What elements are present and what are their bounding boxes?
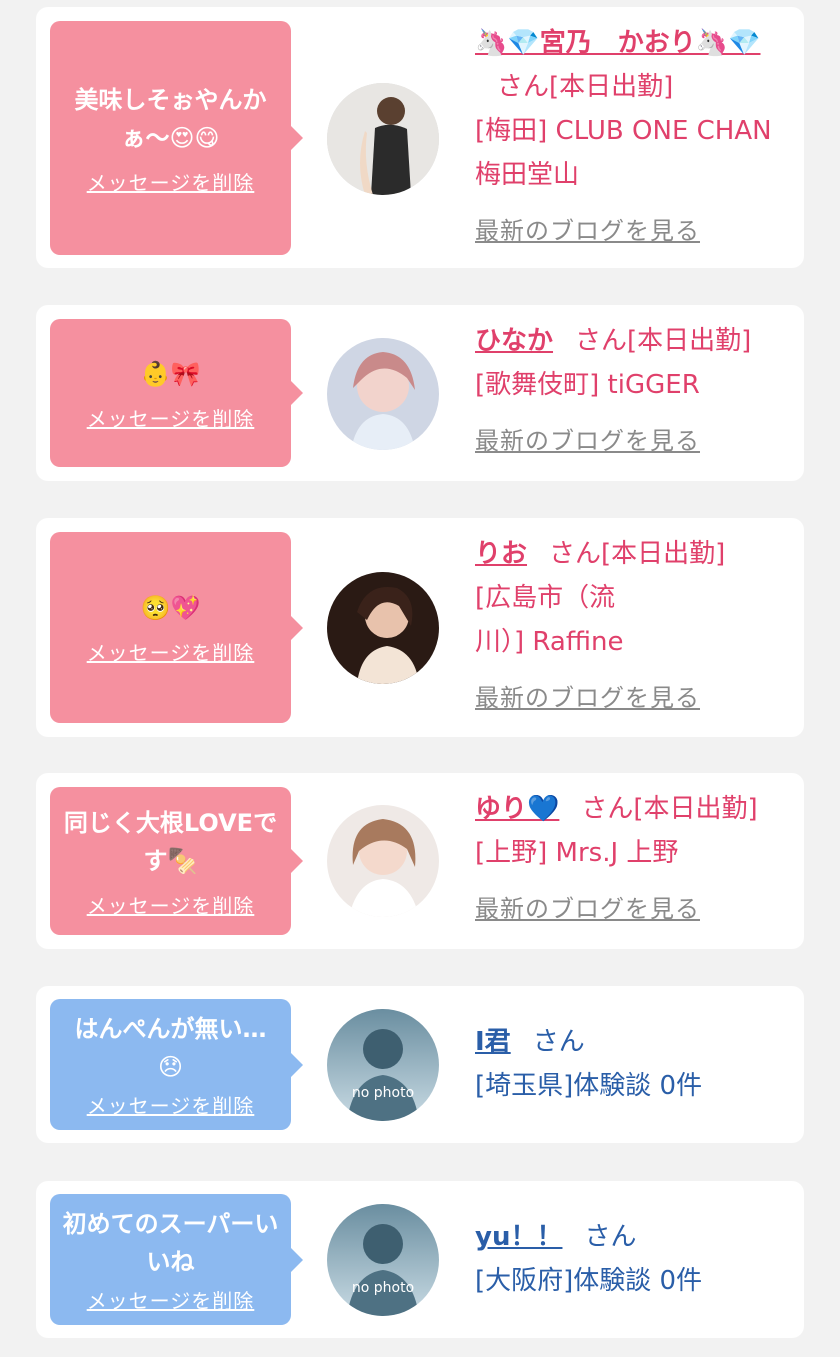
user-name-link[interactable]: I君 [475,1027,511,1057]
cast-name-link[interactable]: ゆり💙 [475,794,559,824]
honorific: さん [497,72,550,102]
honorific: さん [575,326,628,356]
no-photo-text: no photo [352,1280,414,1296]
message-text: はんぺんが無い…😞 [74,1015,267,1081]
cast-name-link[interactable]: ひなか [475,326,553,356]
avatar[interactable]: no photo [327,1204,439,1316]
avatar[interactable] [327,805,439,917]
cast-name-link[interactable]: 🦄💎宮乃 かおり🦄💎 [475,28,761,58]
cast-info: りお さん[本日出勤] [広島市（流川）] Raffine 最新のブログを見る [475,532,795,720]
latest-blog-link[interactable]: 最新のブログを見る [475,676,700,720]
message-text: 同じく大根LOVEです🍢 [63,808,278,875]
shop-name: [歌舞伎町] tiGGER [475,370,700,400]
honorific: さん [549,539,602,569]
honorific: さん [581,794,634,824]
message-card: 👶🎀 メッセージを削除 ひなか さん[本日出勤] [歌舞伎町] tiGGER 最新… [36,305,804,481]
cast-name-link[interactable]: りお [475,539,527,569]
delete-message-link[interactable]: メッセージを削除 [87,1090,255,1119]
avatar[interactable]: no photo [327,1009,439,1121]
shop-name: [上野] Mrs.J 上野 [475,838,679,868]
cast-info: ゆり💙 さん[本日出勤] [上野] Mrs.J 上野 最新のブログを見る [475,787,795,931]
review-count: [埼玉県]体験談 0件 [475,1071,703,1101]
message-bubble: 🥺💖 メッセージを削除 [50,532,303,723]
delete-message-link[interactable]: メッセージを削除 [87,403,255,432]
latest-blog-link[interactable]: 最新のブログを見る [475,887,700,931]
avatar[interactable] [327,572,439,684]
avatar[interactable] [327,83,439,195]
attendance-status: [本日出勤] [549,72,674,102]
message-bubble: 👶🎀 メッセージを削除 [50,319,303,467]
user-name-link[interactable]: yu！！ [475,1222,562,1252]
message-bubble: 初めてのスーパーいいね メッセージを削除 [50,1194,303,1325]
message-card: はんぺんが無い…😞 メッセージを削除 no photo I君 さん [埼玉県]体験… [36,986,804,1143]
cast-info: ひなか さん[本日出勤] [歌舞伎町] tiGGER 最新のブログを見る [475,319,795,463]
avatar-photo [327,572,439,684]
avatar-photo [327,338,439,450]
shop-name: [梅田] CLUB ONE CHAN 梅田堂山 [475,116,772,190]
message-text: 👶🎀 [140,359,201,388]
cast-info: 🦄💎宮乃 かおり🦄💎 さん[本日出勤] [梅田] CLUB ONE CHAN 梅田… [475,21,795,253]
attendance-status: [本日出勤] [601,539,726,569]
message-card: 🥺💖 メッセージを削除 りお さん[本日出勤] [広島市（流川）] Raffine… [36,518,804,737]
honorific: さん [584,1222,637,1252]
avatar[interactable] [327,338,439,450]
no-photo-text: no photo [352,1085,414,1101]
message-bubble: 美味しそぉやんかぁ〜😍😋 メッセージを削除 [50,21,303,255]
message-bubble: 同じく大根LOVEです🍢 メッセージを削除 [50,787,303,935]
message-bubble: はんぺんが無い…😞 メッセージを削除 [50,999,303,1130]
no-photo-avatar: no photo [327,1204,439,1316]
avatar-photo [327,83,439,195]
message-card: 美味しそぉやんかぁ〜😍😋 メッセージを削除 🦄💎宮乃 かおり🦄💎 さん[本日出勤]… [36,7,804,268]
no-photo-avatar: no photo [327,1009,439,1121]
delete-message-link[interactable]: メッセージを削除 [87,1285,255,1314]
delete-message-link[interactable]: メッセージを削除 [87,890,255,919]
message-text: 美味しそぉやんかぁ〜😍😋 [74,85,267,152]
shop-name: [広島市（流川）] Raffine [475,583,624,657]
user-info: I君 さん [埼玉県]体験談 0件 [475,1020,795,1108]
delete-message-link[interactable]: メッセージを削除 [87,637,255,666]
latest-blog-link[interactable]: 最新のブログを見る [475,419,700,463]
review-count: [大阪府]体験談 0件 [475,1266,703,1296]
avatar-photo [327,805,439,917]
message-card: 同じく大根LOVEです🍢 メッセージを削除 ゆり💙 さん[本日出勤] [上野] M… [36,773,804,949]
attendance-status: [本日出勤] [627,326,752,356]
user-info: yu！！ さん [大阪府]体験談 0件 [475,1215,795,1303]
message-card: 初めてのスーパーいいね メッセージを削除 no photo yu！！ さん [大阪… [36,1181,804,1338]
latest-blog-link[interactable]: 最新のブログを見る [475,209,700,253]
message-text: 初めてのスーパーいいね [62,1210,279,1276]
honorific: さん [532,1027,585,1057]
attendance-status: [本日出勤] [633,794,758,824]
delete-message-link[interactable]: メッセージを削除 [87,167,255,196]
message-text: 🥺💖 [140,594,201,622]
